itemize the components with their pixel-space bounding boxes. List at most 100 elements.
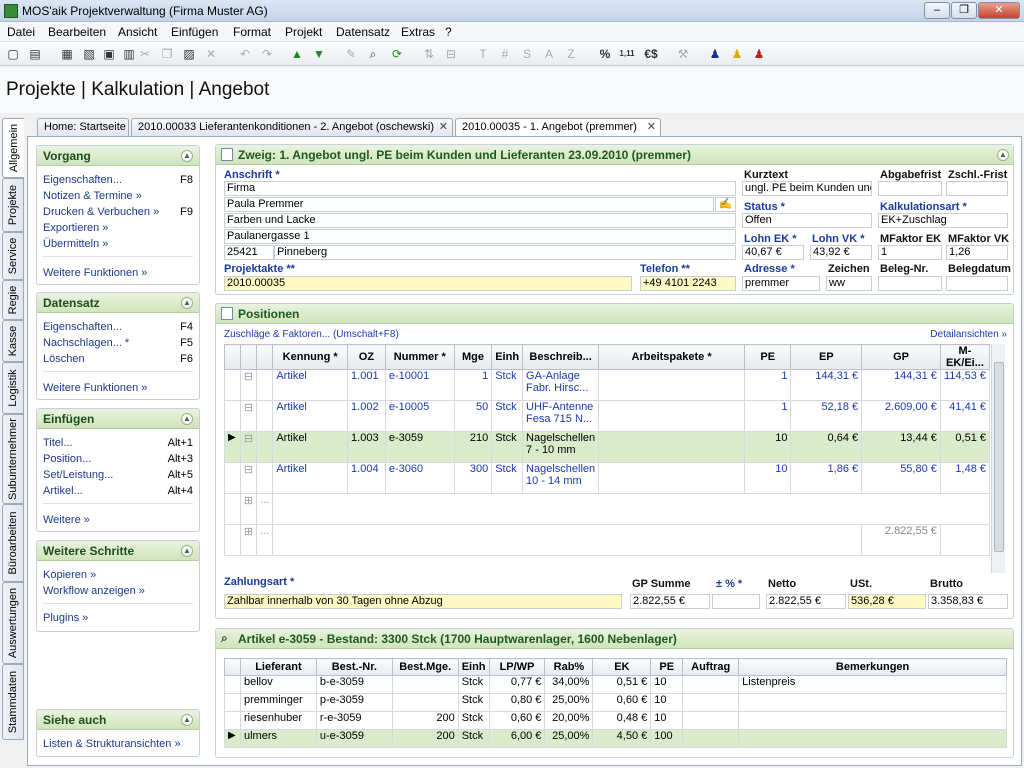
lohn-vk-field[interactable]: 43,92 €: [810, 245, 872, 260]
maximize-button[interactable]: ❐: [951, 2, 977, 19]
cell-beschreibung[interactable]: Nagelschellen 10 - 14 mm: [522, 462, 600, 494]
cell-arbeitspakete[interactable]: [598, 400, 746, 432]
cell-ep[interactable]: 0,64 €: [790, 431, 863, 463]
cell-ep[interactable]: 52,18 €: [790, 400, 863, 432]
row-selector[interactable]: [224, 693, 241, 712]
scrollbar-thumb[interactable]: [994, 362, 1004, 552]
row-pointer-icon[interactable]: ▶: [224, 729, 241, 748]
kalkulationsart-field[interactable]: EK+Zuschlag: [878, 213, 1008, 228]
vtab-subunternehmer[interactable]: Subunternehmer: [2, 414, 24, 504]
col-bemerkungen[interactable]: Bemerkungen: [738, 658, 1007, 676]
table-row-empty[interactable]: ⊞ ...: [224, 493, 990, 525]
belegdatum-field[interactable]: [946, 276, 1008, 291]
cell-lieferant[interactable]: premminger: [239, 693, 317, 712]
panel-einfuegen-header[interactable]: Einfügen ▲: [37, 409, 199, 429]
cell-ep[interactable]: 144,31 €: [790, 369, 863, 401]
cell-einh[interactable]: Stck: [491, 400, 524, 432]
user-blue-icon[interactable]: ♟: [706, 45, 724, 63]
edit-icon[interactable]: ✎: [342, 45, 360, 63]
collapse-icon[interactable]: ▲: [181, 545, 193, 557]
anschrift-line-4[interactable]: Paulanergasse 1: [224, 229, 736, 244]
col-auftrag[interactable]: Auftrag: [682, 658, 740, 676]
cell-beschreibung[interactable]: UHF-Antenne Fesa 715 N...: [522, 400, 600, 432]
row-selector[interactable]: [224, 493, 241, 525]
action-weitere[interactable]: Weitere »: [37, 512, 199, 528]
print-preview-icon[interactable]: ▧: [80, 45, 98, 63]
action-drucken[interactable]: Drucken & Verbuchen » F9: [37, 204, 199, 220]
vtab-regie[interactable]: Regie: [2, 280, 24, 320]
cell-rab[interactable]: 25,00%: [544, 693, 594, 712]
open-folder-icon[interactable]: ▤: [26, 45, 44, 63]
vtab-bueroarbeiten[interactable]: Büroarbeiten: [2, 504, 24, 582]
cell-lieferant[interactable]: riesenhuber: [239, 711, 317, 730]
z-format-icon[interactable]: Z: [562, 45, 580, 63]
col-pe[interactable]: PE: [744, 344, 792, 370]
anschrift-line-1[interactable]: Firma: [224, 181, 736, 196]
cell-auftrag[interactable]: [682, 729, 740, 748]
zahlungsart-field[interactable]: Zahlbar innerhalb von 30 Tagen ohne Abzu…: [224, 594, 622, 609]
positionen-scrollbar[interactable]: [991, 344, 1005, 573]
undo-icon[interactable]: ↶: [236, 45, 254, 63]
move-down-icon[interactable]: ▼: [310, 45, 328, 63]
action-notizen[interactable]: Notizen & Termine »: [37, 188, 199, 204]
minimize-button[interactable]: –: [924, 2, 950, 19]
lohn-ek-field[interactable]: 40,67 €: [742, 245, 804, 260]
plz-field[interactable]: 25421: [224, 245, 274, 260]
collapse-icon[interactable]: ▲: [997, 149, 1009, 161]
cell-einh[interactable]: Stck: [491, 431, 524, 463]
abgabefrist-field[interactable]: [878, 181, 942, 196]
search-icon[interactable]: ⌕: [364, 45, 382, 63]
zuschlaege-link[interactable]: Zuschläge & Faktoren... (Umschalt+F8): [224, 329, 399, 340]
cell-best-mge[interactable]: [391, 675, 459, 694]
adresse-field[interactable]: premmer: [742, 276, 820, 291]
col-rab[interactable]: Rab%: [544, 658, 594, 676]
panel-datensatz-header[interactable]: Datensatz ▲: [37, 293, 199, 313]
cell-lieferant[interactable]: bellov: [239, 675, 317, 694]
cell-mge[interactable]: 210: [453, 431, 493, 463]
cell-best-mge[interactable]: [391, 693, 459, 712]
vtab-service[interactable]: Service: [2, 232, 24, 280]
col-einh[interactable]: Einh: [491, 344, 524, 370]
kurztext-field[interactable]: ungl. PE beim Kunden und: [742, 181, 872, 196]
vtab-logistik[interactable]: Logistik: [2, 362, 24, 414]
redo-icon[interactable]: ↷: [258, 45, 276, 63]
row-selector[interactable]: [224, 400, 241, 432]
cell-einh[interactable]: Stck: [457, 693, 490, 712]
cut-icon[interactable]: ✂: [136, 45, 154, 63]
a-format-icon[interactable]: A: [540, 45, 558, 63]
anschrift-line-2[interactable]: Paula Premmer: [224, 197, 714, 212]
move-up-icon[interactable]: ▲: [288, 45, 306, 63]
sum-format-icon[interactable]: S: [518, 45, 536, 63]
col-oz[interactable]: OZ: [347, 344, 386, 370]
cell-lieferant[interactable]: ulmers: [239, 729, 317, 748]
percent-icon[interactable]: %: [596, 45, 614, 63]
action-set-leistung[interactable]: Set/Leistung... Alt+5: [37, 467, 199, 483]
cell-einh[interactable]: Stck: [491, 369, 524, 401]
menu-help[interactable]: ?: [445, 25, 452, 39]
delete-icon[interactable]: ✕: [202, 45, 220, 63]
cell-lp-wp[interactable]: 6,00 €: [488, 729, 546, 748]
cell-auftrag[interactable]: [682, 693, 740, 712]
col-arbeitspakete[interactable]: Arbeitspakete *: [598, 344, 746, 370]
action-eigenschaften[interactable]: Eigenschaften... F4: [37, 319, 199, 335]
cell-oz[interactable]: 1.002: [347, 400, 386, 432]
action-eigenschaften[interactable]: Eigenschaften... F8: [37, 172, 199, 188]
cell-mek[interactable]: 114,53 €: [939, 369, 991, 401]
table-row[interactable]: premminger p-e-3059 Stck 0,80 € 25,00% 0…: [224, 693, 1007, 712]
action-loeschen[interactable]: Löschen F6: [37, 351, 199, 367]
mfaktor-vk-field[interactable]: 1,26: [946, 245, 1008, 260]
cell-arbeitspakete[interactable]: [598, 431, 746, 463]
cell-best-mge[interactable]: 200: [391, 711, 459, 730]
mfaktor-ek-field[interactable]: 1: [878, 245, 942, 260]
cell-einh[interactable]: Stck: [491, 462, 524, 494]
col-ep[interactable]: EP: [790, 344, 863, 370]
new-document-icon[interactable]: ▢: [4, 45, 22, 63]
col-lp-wp[interactable]: LP/WP: [488, 658, 546, 676]
pct-field[interactable]: [712, 594, 760, 609]
cell-rab[interactable]: 34,00%: [544, 675, 594, 694]
close-tab-icon[interactable]: ✕: [439, 120, 448, 133]
action-titel[interactable]: Titel... Alt+1: [37, 435, 199, 451]
cell-kennung[interactable]: Artikel: [272, 462, 349, 494]
cell-mge[interactable]: 300: [453, 462, 493, 494]
collapse-icon[interactable]: ▲: [181, 413, 193, 425]
